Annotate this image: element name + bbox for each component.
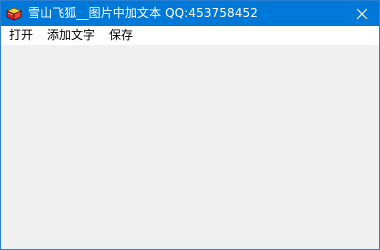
image-canvas-area[interactable] [1,45,379,249]
title-bar[interactable]: 雪山飞狐__图片中加文本 QQ:453758452 [1,1,379,26]
menu-item-add-text[interactable]: 添加文字 [39,27,101,44]
menu-item-open[interactable]: 打开 [1,27,39,44]
app-icon[interactable] [5,5,23,22]
menu-item-save[interactable]: 保存 [101,27,139,44]
close-button[interactable] [345,1,379,26]
close-icon [356,8,368,19]
menu-bar: 打开 添加文字 保存 [1,26,379,45]
window-title: 雪山飞狐__图片中加文本 QQ:453758452 [28,6,258,20]
app-window: 雪山飞狐__图片中加文本 QQ:453758452 打开 添加文字 保存 [0,0,380,250]
